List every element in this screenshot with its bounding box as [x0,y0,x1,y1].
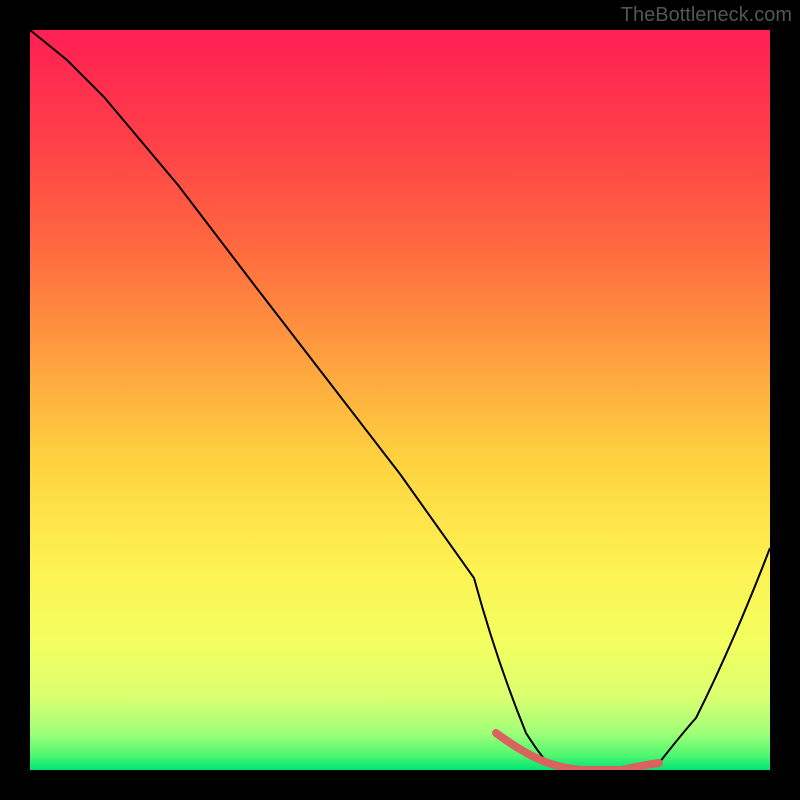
main-curve-line [30,30,770,770]
chart-container [30,30,770,770]
optimal-range-highlight [496,733,659,770]
chart-curve [30,30,770,770]
watermark-text: TheBottleneck.com [621,4,792,27]
